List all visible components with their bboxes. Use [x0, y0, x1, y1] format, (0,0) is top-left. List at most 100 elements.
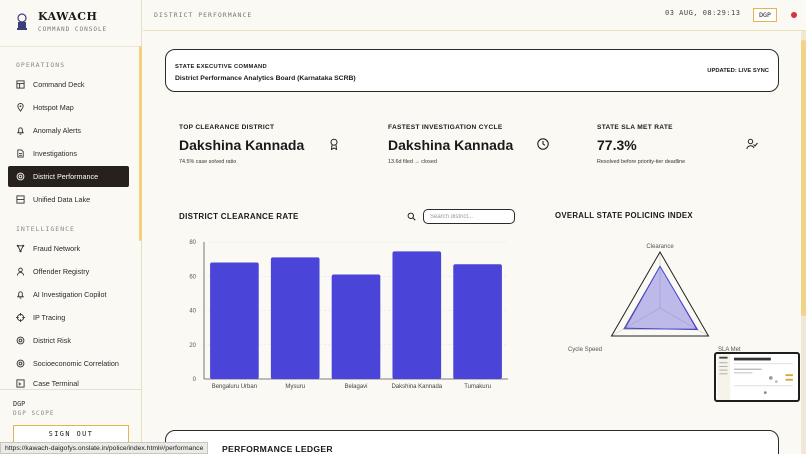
user-check-icon [746, 138, 758, 150]
page-title: DISTRICT PERFORMANCE [154, 11, 253, 19]
top-bar: DISTRICT PERFORMANCE 03 AUG, 08:29:13 DG… [143, 0, 806, 31]
page-scrollbar-thumb[interactable] [801, 40, 806, 316]
y-tick-label: 20 [189, 343, 196, 349]
database-icon [16, 195, 25, 204]
sidebar-item-label: IP Tracing [33, 313, 66, 322]
clock: 03 AUG, 08:29:13 [665, 9, 741, 17]
brand: KAWACH COMMAND CONSOLE [14, 10, 107, 33]
section-label-operations: OPERATIONS [16, 61, 66, 69]
stat-label: STATE SLA MET RATE [597, 124, 673, 131]
stat-sla-met: STATE SLA MET RATE 77.3% Resolved before… [597, 124, 685, 165]
sidebar-item-label: AI Investigation Copilot [33, 290, 107, 299]
bar [392, 251, 442, 379]
sidebar-item-label: Investigations [33, 149, 77, 158]
preview-thumbnail[interactable] [714, 352, 800, 402]
sidebar-item-hotspot-map[interactable]: Hotspot Map [8, 97, 129, 118]
award-icon [330, 138, 338, 150]
crosshair-icon [16, 313, 25, 322]
sidebar-item-offender-registry[interactable]: Offender Registry [8, 261, 129, 282]
stat-label: TOP CLEARANCE DISTRICT [179, 124, 275, 131]
sidebar-item-district-performance[interactable]: District Performance [8, 166, 129, 187]
sidebar-item-district-risk[interactable]: District Risk [8, 330, 129, 351]
y-tick-label: 60 [189, 274, 196, 280]
header-card: STATE EXECUTIVE COMMAND District Perform… [165, 49, 779, 92]
update-status: UPDATED: LIVE SYNC [707, 68, 769, 74]
bar [331, 274, 381, 379]
search-icon [407, 212, 416, 221]
divider [0, 46, 142, 47]
sidebar-item-case-terminal[interactable]: Case Terminal [8, 376, 129, 388]
radar-label-cycle-speed: Cycle Speed [568, 347, 602, 353]
clearance-bar-chart: 0 20 40 60 80 Bengaluru Urban Mysuru Belagavi Da… [189, 240, 508, 390]
y-tick-label: 40 [189, 309, 196, 315]
stat-top-clearance: TOP CLEARANCE DISTRICT Dakshina Kannada … [179, 124, 304, 165]
sidebar-item-label: Socioeconomic Correlation [33, 359, 119, 368]
sidebar-item-anomaly-alerts[interactable]: Anomaly Alerts [8, 120, 129, 141]
status-dot [791, 12, 797, 18]
sidebar-item-socioeconomic-correlation[interactable]: Socioeconomic Correlation [8, 353, 129, 374]
sidebar-item-ip-tracing[interactable]: IP Tracing [8, 307, 129, 328]
x-tick-label: Belagavi [344, 384, 367, 390]
bar [453, 264, 502, 379]
policing-index-radar: Clearance SLA Met Cycle Speed [568, 244, 741, 353]
app-subtitle: COMMAND CONSOLE [38, 26, 108, 33]
bell-icon [16, 291, 25, 299]
network-icon [16, 244, 25, 253]
sidebar-item-investigations[interactable]: Investigations [8, 143, 129, 164]
bell-icon [16, 127, 25, 135]
sidebar-item-label: District Performance [33, 172, 99, 181]
sidebar-item-label: District Risk [33, 336, 71, 345]
y-tick-label: 80 [189, 240, 196, 246]
preview-thumbnail-graphic [717, 354, 797, 400]
role-badge[interactable]: DGP [753, 8, 777, 22]
sidebar-item-ai-investigation-copilot[interactable]: AI Investigation Copilot [8, 284, 129, 305]
command-deck-icon [16, 80, 25, 89]
stat-value: 77.3% [597, 137, 637, 153]
user-name: DGP [13, 400, 26, 408]
x-tick-label: Dakshina Kannada [391, 384, 442, 390]
x-tick-label: Bengaluru Urban [212, 384, 257, 390]
policing-index-title: OVERALL STATE POLICING INDEX [555, 211, 693, 220]
header-card-label: STATE EXECUTIVE COMMAND [175, 64, 268, 70]
stat-value: Dakshina Kannada [179, 137, 305, 153]
stat-value: Dakshina Kannada [388, 137, 514, 153]
status-url: https://kawach-daigofys.onslate.in/polic… [0, 442, 209, 454]
sidebar-item-label: Case Terminal [33, 379, 79, 388]
ledger-title: PERFORMANCE LEDGER [222, 444, 333, 454]
district-search-input[interactable] [423, 209, 515, 224]
target-icon [16, 359, 25, 368]
stat-label: FASTEST INVESTIGATION CYCLE [388, 124, 503, 131]
map-pin-icon [17, 103, 24, 112]
sidebar-item-fraud-network[interactable]: Fraud Network [8, 238, 129, 259]
stat-sub: Resolved before priority-tier deadline [597, 159, 686, 165]
x-tick-label: Tumakuru [464, 384, 491, 390]
document-icon [17, 149, 24, 158]
emblem-icon [17, 12, 27, 30]
section-label-intelligence: INTELLIGENCE [16, 225, 75, 233]
stat-sub: 13.6d filed → closed [388, 159, 437, 165]
sidebar-item-unified-data-lake[interactable]: Unified Data Lake [8, 189, 129, 210]
sidebar-item-label: Fraud Network [33, 244, 81, 253]
user-icon [16, 267, 25, 276]
stat-sub: 74.5% case solved ratio [179, 159, 237, 165]
sidebar-item-label: Offender Registry [33, 267, 90, 276]
sidebar-item-label: Anomaly Alerts [33, 126, 81, 135]
stat-fastest-cycle: FASTEST INVESTIGATION CYCLE Dakshina Kan… [388, 124, 513, 165]
sidebar-scrollbar[interactable] [139, 46, 142, 241]
header-card-title: District Performance Analytics Board (Ka… [175, 75, 356, 82]
clock-icon [537, 138, 549, 150]
user-scope: DGP SCOPE [13, 410, 55, 417]
sidebar-item-label: Unified Data Lake [33, 195, 91, 204]
target-icon [16, 336, 25, 345]
y-tick-label: 0 [193, 377, 197, 383]
app-title: KAWACH [38, 10, 98, 23]
clearance-chart-title: DISTRICT CLEARANCE RATE [179, 212, 299, 221]
sidebar-item-label: Hotspot Map [33, 103, 74, 112]
sidebar-item-command-deck[interactable]: Command Deck [8, 74, 129, 95]
sign-out-button[interactable]: SIGN OUT [13, 425, 129, 443]
sidebar: KAWACH COMMAND CONSOLE OPERATIONS Comman… [0, 0, 142, 454]
x-tick-label: Mysuru [285, 384, 305, 390]
target-icon [16, 172, 25, 181]
sidebar-item-label: Command Deck [33, 80, 85, 89]
bar [210, 262, 259, 379]
